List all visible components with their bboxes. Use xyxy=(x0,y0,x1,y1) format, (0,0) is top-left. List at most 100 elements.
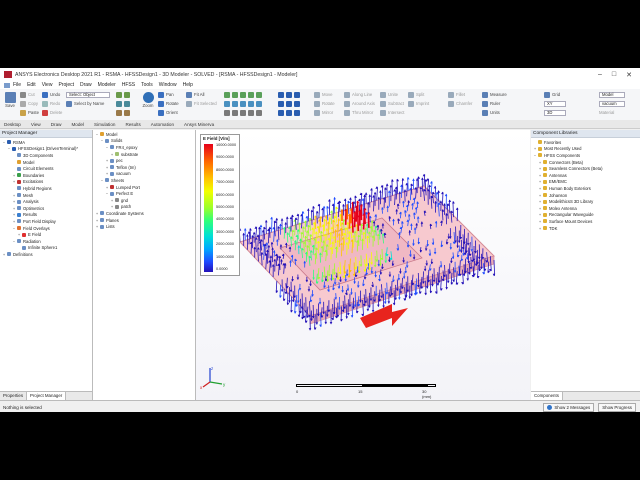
pan-button[interactable]: Pan xyxy=(166,92,174,97)
tab-components[interactable]: Components xyxy=(531,392,563,400)
component-tree-item[interactable]: Favorites xyxy=(533,139,640,146)
tab-automation[interactable]: Automation xyxy=(151,122,174,127)
tab-model[interactable]: Model xyxy=(71,122,84,127)
model-dropdown[interactable]: Model xyxy=(599,91,625,98)
project-tree-item[interactable]: + Analysis xyxy=(2,198,92,205)
expand-toggle-icon[interactable]: − xyxy=(105,191,109,196)
undo-button[interactable]: Undo xyxy=(50,92,60,97)
unite-button[interactable]: Unite xyxy=(388,92,398,97)
project-tree-item[interactable]: + Excitations xyxy=(2,179,92,186)
component-tree-item[interactable]: + Seamless Connectors (Beta) xyxy=(533,165,640,172)
tab-properties[interactable]: Properties xyxy=(0,392,28,400)
expand-toggle-icon[interactable]: + xyxy=(538,186,542,191)
e-field-plot[interactable] xyxy=(196,130,530,400)
expand-toggle-icon[interactable]: + xyxy=(538,173,542,178)
expand-toggle-icon[interactable]: + xyxy=(95,218,99,223)
units-button[interactable]: Units xyxy=(490,110,500,115)
project-tree-item[interactable]: Model xyxy=(2,159,92,166)
expand-toggle-icon[interactable]: + xyxy=(538,206,542,211)
component-tree-item[interactable]: − HFSS Components xyxy=(533,152,640,159)
expand-toggle-icon[interactable]: − xyxy=(12,239,16,244)
copy-button[interactable]: Copy xyxy=(28,101,38,106)
project-tree-item[interactable]: + Port Field Display xyxy=(2,218,92,225)
tab-draw[interactable]: Draw xyxy=(51,122,62,127)
project-tree-item[interactable]: Infinite Sphere1 xyxy=(2,245,92,252)
expand-toggle-icon[interactable]: + xyxy=(105,165,109,170)
expand-toggle-icon[interactable]: + xyxy=(538,179,542,184)
component-tree-item[interactable]: + Surface Mount Devices xyxy=(533,218,640,225)
component-tree-item[interactable]: + Rectangular Waveguide xyxy=(533,212,640,219)
model-tree-item[interactable]: + Teflon (tm) xyxy=(95,164,195,171)
expand-toggle-icon[interactable]: + xyxy=(538,226,542,231)
model-tree-item[interactable]: − Solids xyxy=(95,138,195,145)
tab-desktop[interactable]: Desktop xyxy=(4,122,21,127)
model-tree-item[interactable]: + Coordinate Systems xyxy=(95,210,195,217)
menu-view[interactable]: View xyxy=(42,82,53,88)
quick-access-icon[interactable] xyxy=(4,82,10,88)
expand-toggle-icon[interactable]: + xyxy=(538,199,542,204)
project-tree-item[interactable]: + Boundaries xyxy=(2,172,92,179)
grid-button[interactable]: Grid xyxy=(552,92,560,97)
zoom-button[interactable]: Zoom xyxy=(140,90,156,108)
expand-toggle-icon[interactable]: − xyxy=(100,138,104,143)
component-tree-item[interactable]: + Connectors (Beta) xyxy=(533,159,640,166)
expand-toggle-icon[interactable]: + xyxy=(105,185,109,190)
menu-window[interactable]: Window xyxy=(159,82,177,88)
split-button[interactable]: Split xyxy=(416,92,424,97)
model-tree-item[interactable]: + pec xyxy=(95,157,195,164)
expand-toggle-icon[interactable]: + xyxy=(95,211,99,216)
thru-mirror-button[interactable]: Thru Mirror xyxy=(352,110,373,115)
expand-toggle-icon[interactable]: + xyxy=(12,179,16,184)
expand-toggle-icon[interactable]: − xyxy=(12,226,16,231)
3d-viewport[interactable]: E Field [V/m] 10000.0000 9000.0000 8000.00… xyxy=(196,130,530,400)
expand-toggle-icon[interactable]: − xyxy=(105,145,109,150)
expand-toggle-icon[interactable]: + xyxy=(110,198,114,203)
imprint-button[interactable]: Imprint xyxy=(416,101,429,106)
cut-button[interactable]: Cut xyxy=(28,92,35,97)
minimize-icon[interactable]: – xyxy=(598,71,602,79)
model-tree-item[interactable]: − Perfect E xyxy=(95,190,195,197)
component-tree-item[interactable]: + TDK xyxy=(533,225,640,232)
component-tree-item[interactable]: + Most Recently Used xyxy=(533,146,640,153)
expand-toggle-icon[interactable]: + xyxy=(17,232,21,237)
project-tree-item[interactable]: 3D Components xyxy=(2,152,92,159)
expand-toggle-icon[interactable]: − xyxy=(95,132,99,137)
model-tree-item[interactable]: + Planes xyxy=(95,217,195,224)
expand-toggle-icon[interactable]: + xyxy=(12,206,16,211)
expand-toggle-icon[interactable]: + xyxy=(110,152,114,157)
expand-toggle-icon[interactable]: + xyxy=(12,219,16,224)
model-tree-item[interactable]: + patch xyxy=(95,204,195,211)
expand-toggle-icon[interactable]: − xyxy=(7,146,11,151)
project-tree-item[interactable]: − RSMA xyxy=(2,139,92,146)
material-dropdown[interactable]: vacuum xyxy=(599,100,625,107)
project-tree-item[interactable]: − HFSSDesign1 (DrivenTerminal)* xyxy=(2,146,92,153)
expand-toggle-icon[interactable]: + xyxy=(533,146,537,151)
project-tree-item[interactable]: + Results xyxy=(2,212,92,219)
menu-help[interactable]: Help xyxy=(183,82,193,88)
rotate-button[interactable]: Rotate xyxy=(166,101,179,106)
subtract-button[interactable]: Subtract xyxy=(388,101,404,106)
project-tree-item[interactable]: Hybrid Regions xyxy=(2,185,92,192)
expand-toggle-icon[interactable]: − xyxy=(100,178,104,183)
move-button[interactable]: Move xyxy=(322,92,333,97)
show-progress-button[interactable]: Show Progress xyxy=(598,402,636,412)
close-icon[interactable]: ✕ xyxy=(626,71,632,79)
expand-toggle-icon[interactable]: + xyxy=(12,193,16,198)
project-tree-item[interactable]: − Radiation xyxy=(2,238,92,245)
plane-dropdown[interactable]: XY xyxy=(544,100,566,107)
project-tree-item[interactable]: − Field Overlays xyxy=(2,225,92,232)
project-tree-item[interactable]: + Optimetrics xyxy=(2,205,92,212)
menu-draw[interactable]: Draw xyxy=(80,82,92,88)
tab-ansys-minerva[interactable]: Ansys Minerva xyxy=(184,122,214,127)
chamfer-button[interactable]: Chamfer xyxy=(456,101,472,106)
project-tree-item[interactable]: Circuit Elements xyxy=(2,165,92,172)
component-tree-item[interactable]: + Human Body Exteriors xyxy=(533,185,640,192)
model-tree-item[interactable]: + substrate xyxy=(95,151,195,158)
dimension-dropdown[interactable]: 3D xyxy=(544,109,566,116)
select-mode-dropdown[interactable]: Select: Object xyxy=(66,91,110,98)
project-tree-item[interactable]: + Mesh xyxy=(2,192,92,199)
maximize-icon[interactable]: □ xyxy=(612,71,616,79)
expand-toggle-icon[interactable]: + xyxy=(110,204,114,209)
tab-simulation[interactable]: Simulation xyxy=(94,122,115,127)
tab-view[interactable]: View xyxy=(31,122,41,127)
